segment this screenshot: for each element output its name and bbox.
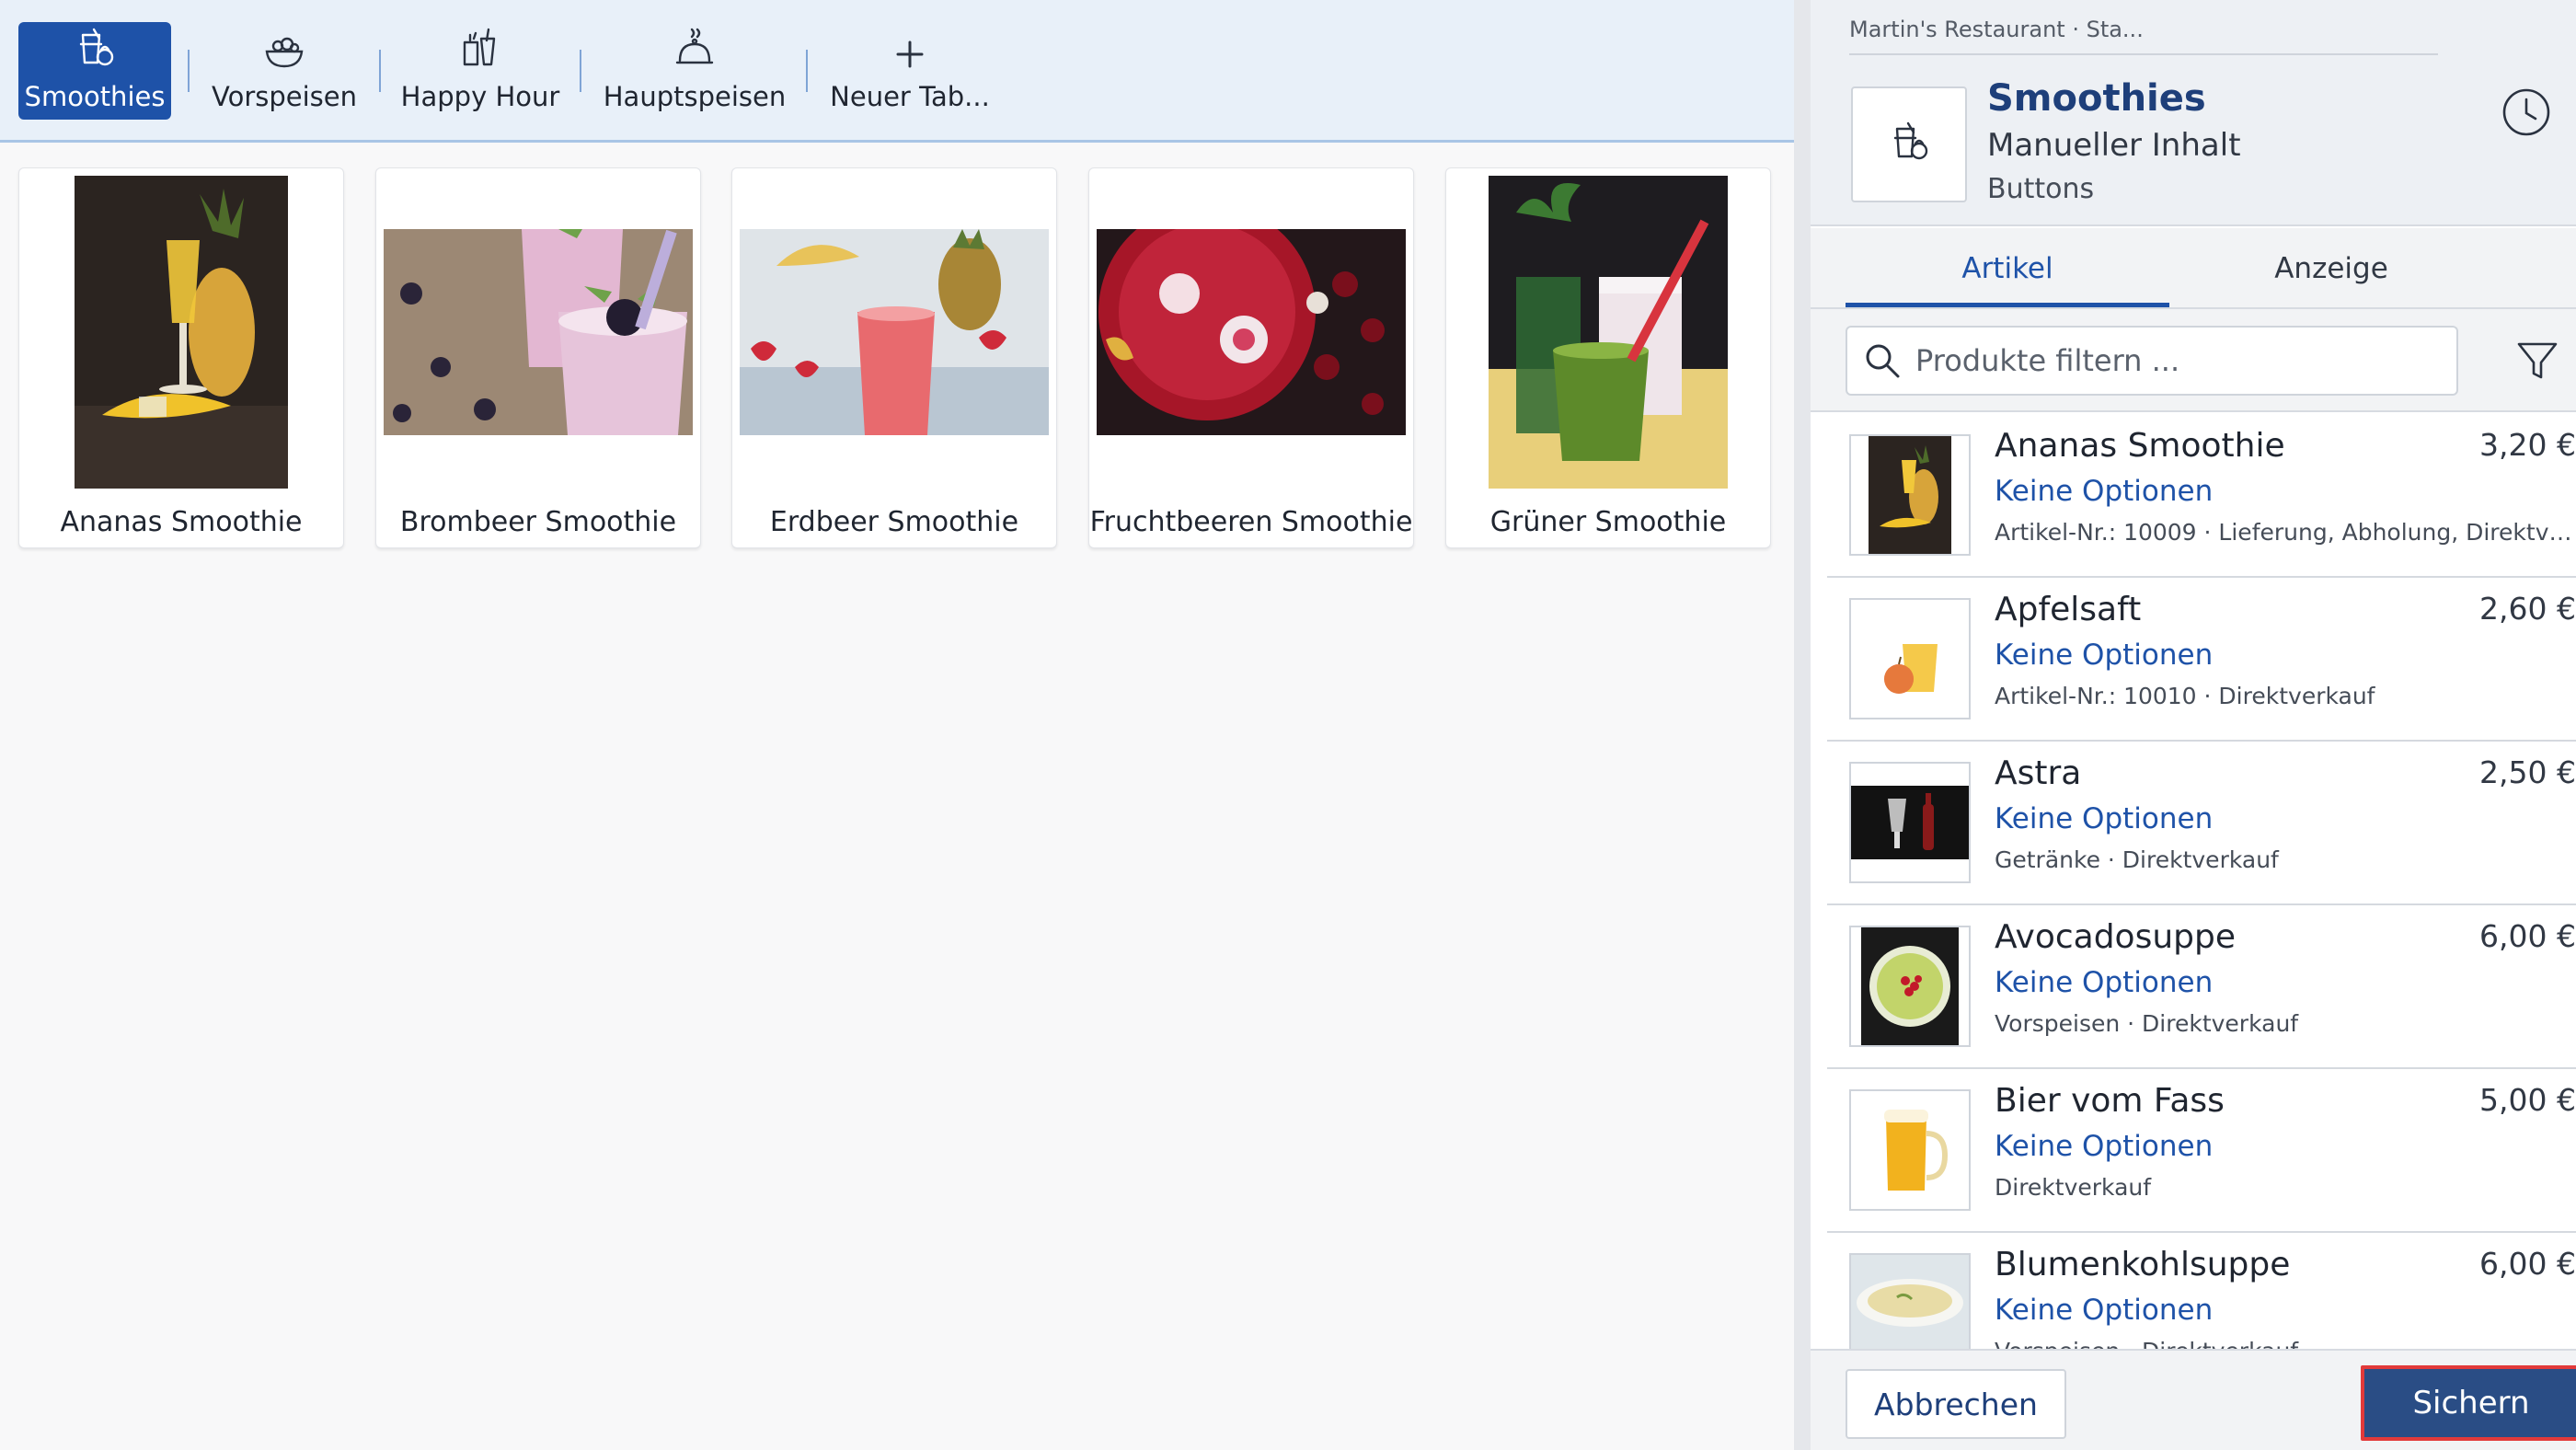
product-price: 5,00 € — [2479, 1082, 2576, 1118]
tab-label: Vorspeisen — [212, 81, 357, 112]
product-thumbnail — [1849, 926, 1971, 1047]
smoothie-icon — [79, 28, 114, 66]
product-price: 2,50 € — [2479, 754, 2576, 790]
product-label: Erdbeer Smoothie — [769, 506, 1019, 538]
product-meta: Direktverkauf — [1995, 1174, 2152, 1201]
product-image — [1097, 176, 1406, 489]
search-input[interactable] — [1915, 343, 2431, 378]
plus-icon — [896, 40, 924, 68]
product-thumbnail — [1849, 1089, 1971, 1211]
cloche-icon — [675, 28, 714, 64]
tab-icon-preview[interactable] — [1851, 86, 1967, 202]
tab-label: Happy Hour — [400, 81, 560, 112]
product-label: Fruchtbeeren Smoothie — [1089, 506, 1413, 538]
cancel-button[interactable]: Abbrechen — [1846, 1369, 2066, 1439]
product-options: Keine Optionen — [1995, 639, 2214, 672]
tab-new[interactable]: Neuer Tab... — [824, 22, 995, 120]
list-item[interactable]: Apfelsaft 2,60 € Keine Optionen Artikel-… — [1827, 578, 2576, 742]
product-meta: Artikel-Nr.: 10010 · Direktverkauf — [1995, 683, 2375, 709]
tab-divider — [580, 50, 581, 92]
save-button[interactable]: Sichern — [2361, 1365, 2576, 1441]
tab-happy-hour[interactable]: Happy Hour — [397, 22, 563, 120]
tab-label: Anzeige — [2274, 252, 2388, 285]
product-button-gruener-smoothie[interactable]: Grüner Smoothie — [1445, 167, 1771, 548]
product-button-ananas-smoothie[interactable]: Ananas Smoothie — [18, 167, 344, 548]
product-options: Keine Optionen — [1995, 475, 2214, 508]
panel-tabs: Artikel Anzeige — [1811, 228, 2576, 309]
tab-label: Neuer Tab... — [830, 81, 990, 112]
product-name: Avocadosuppe — [1995, 918, 2237, 956]
product-list: Ananas Smoothie 3,20 € Keine Optionen Ar… — [1811, 414, 2576, 1349]
salad-bowl-icon — [265, 37, 304, 68]
tab-label: Smoothies — [24, 81, 166, 112]
product-label: Grüner Smoothie — [1489, 506, 1727, 538]
drinks-icon — [463, 28, 496, 66]
tab-anzeige[interactable]: Anzeige — [2169, 228, 2493, 309]
tab-divider — [379, 50, 381, 92]
product-thumbnail — [1849, 1253, 1971, 1349]
product-image — [740, 176, 1049, 489]
product-price: 6,00 € — [2479, 1246, 2576, 1282]
product-price: 6,00 € — [2479, 918, 2576, 954]
filter-row — [1811, 309, 2576, 412]
panel-footer: Abbrechen Sichern — [1811, 1349, 2576, 1450]
tab-vorspeisen[interactable]: Vorspeisen — [206, 22, 362, 120]
layout-editor: Smoothies Vorspeisen Happy Hour Hauptspe… — [0, 0, 1794, 1450]
product-name: Blumenkohlsuppe — [1995, 1246, 2291, 1283]
product-thumbnail — [1849, 598, 1971, 719]
filter-icon[interactable] — [2513, 337, 2561, 385]
product-price: 2,60 € — [2479, 591, 2576, 627]
tab-label: Artikel — [1961, 252, 2053, 285]
list-item[interactable]: Ananas Smoothie 3,20 € Keine Optionen Ar… — [1827, 414, 2576, 578]
product-options: Keine Optionen — [1995, 802, 2214, 835]
breadcrumb[interactable]: Martin's Restaurant · Sta... — [1849, 17, 2438, 55]
tab-artikel[interactable]: Artikel — [1846, 228, 2169, 309]
list-item[interactable]: Bier vom Fass 5,00 € Keine Optionen Dire… — [1827, 1069, 2576, 1233]
tab-smoothies[interactable]: Smoothies — [18, 22, 171, 120]
product-image — [1454, 176, 1763, 489]
product-name: Ananas Smoothie — [1995, 427, 2285, 465]
product-image — [27, 176, 336, 489]
product-button-brombeer-smoothie[interactable]: Brombeer Smoothie — [375, 167, 701, 548]
product-meta: Vorspeisen · Direktverkauf — [1995, 1010, 2299, 1037]
product-name: Bier vom Fass — [1995, 1082, 2225, 1120]
panel-header: Martin's Restaurant · Sta... Smoothies M… — [1811, 0, 2576, 226]
product-label: Ananas Smoothie — [60, 506, 303, 538]
product-options: Keine Optionen — [1995, 1130, 2214, 1163]
product-meta: Getränke · Direktverkauf — [1995, 846, 2279, 873]
product-image — [384, 176, 693, 489]
product-button-fruchtbeeren-smoothie[interactable]: Fruchtbeeren Smoothie — [1088, 167, 1414, 548]
list-item[interactable]: Avocadosuppe 6,00 € Keine Optionen Vorsp… — [1827, 905, 2576, 1069]
product-price: 3,20 € — [2479, 427, 2576, 463]
list-item[interactable]: Blumenkohlsuppe 6,00 € Keine Optionen Vo… — [1827, 1233, 2576, 1349]
search-icon — [1866, 344, 1900, 378]
product-meta: Vorspeisen · Direktverkauf — [1995, 1338, 2576, 1349]
search-box[interactable] — [1846, 326, 2458, 396]
tab-hauptspeisen[interactable]: Hauptspeisen — [598, 22, 791, 120]
clock-icon[interactable] — [2501, 86, 2552, 138]
product-meta: Artikel-Nr.: 10009 · Lieferung, Abholung… — [1995, 519, 2576, 546]
product-name: Apfelsaft — [1995, 591, 2142, 628]
product-name: Astra — [1995, 754, 2082, 792]
panel-title: Smoothies — [1987, 77, 2206, 120]
panel-subtitle: Manueller Inhalt — [1987, 127, 2241, 164]
product-label: Brombeer Smoothie — [399, 506, 677, 538]
tab-divider — [806, 50, 808, 92]
smoothie-icon — [1893, 121, 1928, 160]
product-thumbnail — [1849, 762, 1971, 883]
product-options: Keine Optionen — [1995, 1294, 2214, 1327]
category-tabbar: Smoothies Vorspeisen Happy Hour Hauptspe… — [0, 0, 1794, 143]
product-button-erdbeer-smoothie[interactable]: Erdbeer Smoothie — [731, 167, 1057, 548]
product-options: Keine Optionen — [1995, 966, 2214, 999]
tab-divider — [188, 50, 190, 92]
list-item[interactable]: Astra 2,50 € Keine Optionen Getränke · D… — [1827, 742, 2576, 905]
product-thumbnail — [1849, 434, 1971, 556]
panel-type: Buttons — [1987, 173, 2095, 205]
properties-panel: Martin's Restaurant · Sta... Smoothies M… — [1794, 0, 2576, 1450]
tab-label: Hauptspeisen — [603, 81, 787, 112]
